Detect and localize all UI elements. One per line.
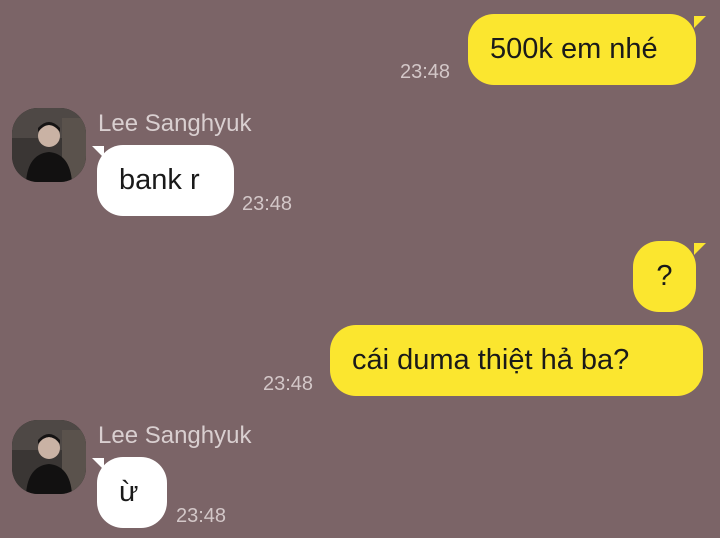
sender-name: Lee Sanghyuk [98, 422, 252, 449]
message-text: ? [656, 260, 673, 292]
outgoing-message-bubble[interactable]: cái duma thiệt hả ba? [330, 325, 703, 396]
avatar[interactable] [12, 108, 86, 182]
message-timestamp: 23:48 [242, 193, 293, 215]
message-text: 500k em nhé [490, 33, 658, 65]
avatar-photo-icon [12, 108, 86, 182]
bubble-tail [694, 16, 706, 28]
message-timestamp: 23:48 [176, 505, 227, 527]
bubble-tail [694, 243, 706, 255]
avatar-photo-icon [12, 420, 86, 494]
incoming-message-bubble[interactable]: bank r [97, 145, 234, 216]
outgoing-message-bubble[interactable]: ? [633, 241, 696, 312]
message-text: bank r [119, 164, 200, 196]
outgoing-message-bubble[interactable]: 500k em nhé [468, 14, 696, 85]
message-timestamp: 23:48 [400, 61, 451, 83]
avatar[interactable] [12, 420, 86, 494]
sender-name: Lee Sanghyuk [98, 110, 252, 137]
incoming-message-bubble[interactable]: ừ [97, 457, 167, 528]
message-timestamp: 23:48 [263, 373, 314, 395]
message-text: cái duma thiệt hả ba? [352, 344, 630, 376]
message-text: ừ [119, 476, 139, 508]
